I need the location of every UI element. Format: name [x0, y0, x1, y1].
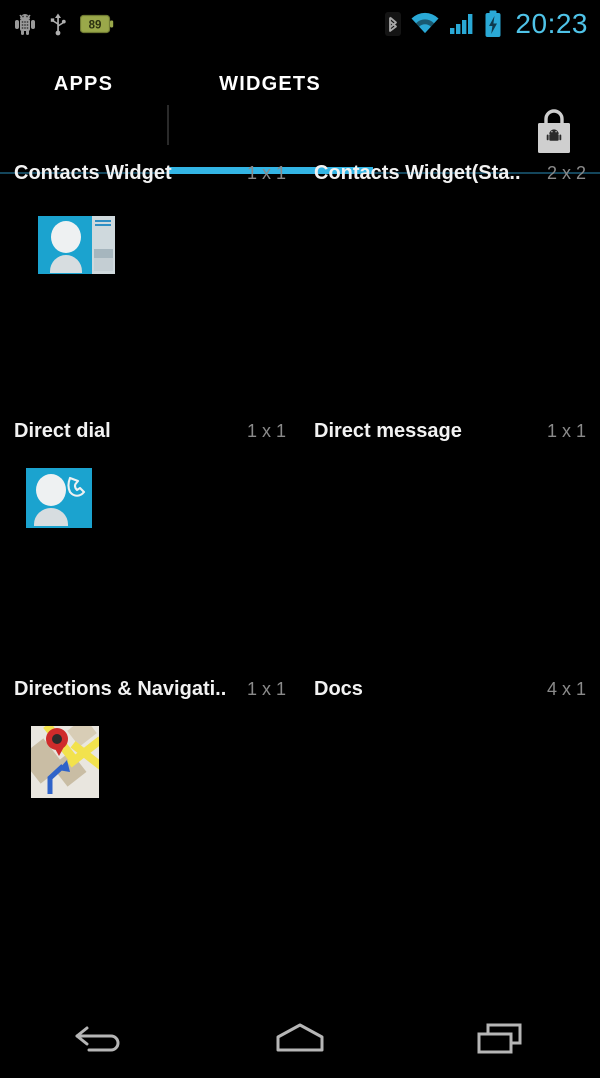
widget-label-line: Direct message 1 x 1	[300, 418, 600, 444]
widget-name: Contacts Widget(Sta..	[314, 161, 521, 184]
usb-icon	[49, 12, 67, 36]
android-debug-icon	[14, 12, 36, 36]
widget-size: 1 x 1	[546, 420, 586, 441]
direct-dial-preview[interactable]	[26, 468, 92, 528]
back-arrow-icon	[73, 1020, 127, 1056]
tab-bar: APPS WIDGETS	[0, 48, 600, 174]
widget-name: Docs	[314, 677, 363, 700]
person-silhouette-icon	[47, 221, 85, 273]
widget-name: Contacts Widget	[14, 161, 172, 184]
recents-squares-icon	[472, 1020, 528, 1056]
status-bar-left-icons: 89	[0, 12, 114, 36]
widget-item-direct-message[interactable]: Direct message 1 x 1	[300, 390, 600, 648]
widget-label-line: Direct dial 1 x 1	[0, 418, 300, 444]
directions-map-preview[interactable]	[31, 726, 99, 798]
status-bar-clock: 20:23	[515, 8, 588, 39]
status-bar: 89 20:23	[0, 0, 600, 48]
wifi-icon	[410, 12, 440, 36]
widget-row: Direct dial 1 x 1 Direct message 1 x 1	[0, 390, 600, 648]
widget-row: Directions & Navigati.. 1 x 1 Docs 4 x 1	[0, 648, 600, 906]
widget-name: Direct message	[314, 419, 462, 442]
widget-name: Directions & Navigati..	[14, 677, 227, 700]
back-button[interactable]	[0, 998, 200, 1078]
widget-item-docs[interactable]: Docs 4 x 1 Docs	[300, 648, 600, 906]
person-silhouette-icon	[32, 474, 70, 526]
battery-level-badge: 89	[80, 13, 114, 35]
status-bar-right-icons: 20:23	[385, 10, 600, 38]
widgets-screen: 89 20:23 APPS WIDGETS Contacts Widget 1 …	[0, 0, 600, 1078]
battery-level-text: 89	[89, 20, 102, 32]
widget-item-contacts-widget[interactable]: Contacts Widget 1 x 1	[0, 132, 300, 390]
widget-row: Contacts Widget 1 x 1 Contacts Widget(St…	[0, 132, 600, 390]
tab-apps-label: APPS	[53, 72, 114, 95]
widget-grid[interactable]: Contacts Widget 1 x 1 Contacts Widget(St…	[0, 132, 600, 998]
widget-label-line: Docs 4 x 1	[300, 676, 600, 702]
home-pentagon-icon	[272, 1020, 328, 1056]
map-pin-dot	[52, 734, 62, 744]
widget-size: 1 x 1	[246, 162, 286, 183]
tab-widgets[interactable]: WIDGETS	[167, 48, 373, 120]
home-button[interactable]	[200, 998, 400, 1078]
tab-apps[interactable]: APPS	[0, 48, 167, 120]
cellular-signal-icon	[449, 12, 475, 36]
tab-widgets-label: WIDGETS	[219, 72, 321, 95]
bluetooth-icon	[385, 11, 402, 37]
map-pin-tip	[53, 745, 65, 756]
widget-label-line: Contacts Widget 1 x 1	[0, 160, 300, 186]
battery-charging-icon	[484, 10, 502, 38]
widget-size: 4 x 1	[546, 678, 586, 699]
widget-name: Direct dial	[14, 419, 111, 442]
widget-label-line: Contacts Widget(Sta.. 2 x 2	[300, 160, 600, 186]
widget-item-direct-dial[interactable]: Direct dial 1 x 1	[0, 390, 300, 648]
widget-item-contacts-widget-stack[interactable]: Contacts Widget(Sta.. 2 x 2	[300, 132, 600, 390]
widget-size: 1 x 1	[246, 420, 286, 441]
contacts-card-preview[interactable]	[38, 216, 115, 274]
widget-item-directions-navigation[interactable]: Directions & Navigati.. 1 x 1	[0, 648, 300, 906]
widget-size: 2 x 2	[546, 162, 586, 183]
widget-label-line: Directions & Navigati.. 1 x 1	[0, 676, 300, 702]
navigation-bar	[0, 998, 600, 1078]
recents-button[interactable]	[400, 998, 600, 1078]
widget-size: 1 x 1	[246, 678, 286, 699]
phone-handset-icon	[66, 475, 88, 499]
